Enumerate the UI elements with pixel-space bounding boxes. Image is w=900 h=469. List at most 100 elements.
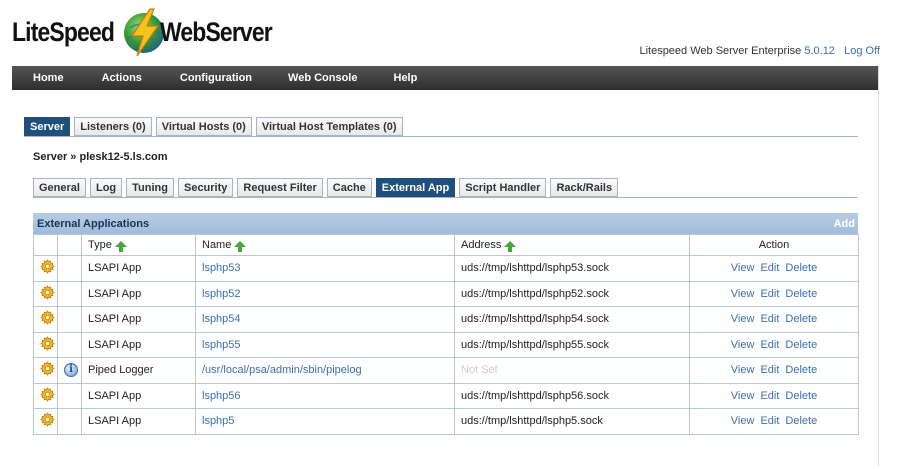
tab-virtual-hosts[interactable]: Virtual Hosts (0) — [155, 117, 252, 136]
logoff-link[interactable]: Log Off — [844, 45, 880, 57]
tab-security[interactable]: Security — [177, 178, 234, 197]
breadcrumb: Server » plesk12-5.ls.com — [33, 151, 168, 163]
gear-icon — [40, 361, 55, 376]
cell-actions: View Edit Delete — [689, 306, 859, 333]
sub-tabs: General Log Tuning Security Request Filt… — [33, 178, 622, 197]
table-row: LSAPI App lsphp55 uds://tmp/lshttpd/lsphp5… — [33, 331, 859, 358]
edit-link[interactable]: Edit — [760, 313, 779, 325]
menu-actions[interactable]: Actions — [80, 72, 142, 84]
tab-request-filter[interactable]: Request Filter — [237, 178, 323, 197]
tab-external-app[interactable]: External App — [375, 178, 456, 197]
view-link[interactable]: View — [731, 364, 755, 376]
column-address[interactable]: Address — [454, 234, 690, 256]
sort-up-arrow-icon[interactable] — [234, 241, 247, 252]
tab-rack-rails[interactable]: Rack/Rails — [550, 178, 619, 197]
table-row: LSAPI App lsphp52 uds://tmp/lshttpd/lsphp5… — [33, 280, 859, 307]
cell-name: lsphp54 — [195, 306, 455, 333]
delete-link[interactable]: Delete — [785, 288, 817, 300]
app-name-link[interactable]: /usr/local/psa/admin/sbin/pipelog — [202, 364, 362, 376]
delete-link[interactable]: Delete — [785, 390, 817, 402]
cell-type: LSAPI App — [81, 255, 196, 282]
app-name-link[interactable]: lsphp56 — [202, 390, 241, 402]
edit-link[interactable]: Edit — [760, 415, 779, 427]
cell-name: /usr/local/psa/admin/sbin/pipelog — [195, 357, 455, 384]
sort-up-arrow-icon[interactable] — [504, 241, 517, 252]
app-name-link[interactable]: lsphp54 — [202, 313, 241, 325]
divider — [878, 66, 879, 466]
header: LiteSpeed WebServer Litespeed Web Server… — [0, 0, 900, 66]
cell-address: uds://tmp/lshttpd/lsphp55.sock — [454, 331, 690, 358]
view-link[interactable]: View — [731, 288, 755, 300]
gear-icon — [40, 285, 55, 300]
gear-icon — [40, 336, 55, 351]
cell-address: uds://tmp/lshttpd/lsphp52.sock — [454, 280, 690, 307]
cell-type: LSAPI App — [81, 408, 196, 435]
app-name-link[interactable]: lsphp52 — [202, 288, 241, 300]
tab-divider — [33, 197, 858, 198]
edit-link[interactable]: Edit — [760, 364, 779, 376]
edit-link[interactable]: Edit — [760, 390, 779, 402]
tab-divider — [24, 136, 858, 137]
cell-type: LSAPI App — [81, 331, 196, 358]
tab-server[interactable]: Server — [24, 117, 71, 136]
column-type[interactable]: Type — [81, 234, 196, 256]
cell-name: lsphp52 — [195, 280, 455, 307]
cell-type: LSAPI App — [81, 382, 196, 409]
table-row: LSAPI App lsphp53 uds://tmp/lshttpd/lsphp5… — [33, 255, 859, 282]
logo-text-right: WebServer — [160, 16, 273, 47]
tab-general[interactable]: General — [33, 178, 86, 197]
delete-link[interactable]: Delete — [785, 339, 817, 351]
cell-type: LSAPI App — [81, 306, 196, 333]
view-link[interactable]: View — [731, 415, 755, 427]
delete-link[interactable]: Delete — [785, 415, 817, 427]
gear-icon — [40, 310, 55, 325]
view-link[interactable]: View — [731, 339, 755, 351]
delete-link[interactable]: Delete — [785, 364, 817, 376]
tab-script-handler[interactable]: Script Handler — [459, 178, 547, 197]
logo[interactable]: LiteSpeed WebServer — [12, 6, 292, 58]
tab-cache[interactable]: Cache — [326, 178, 372, 197]
tab-tuning[interactable]: Tuning — [126, 178, 174, 197]
cell-actions: View Edit Delete — [689, 331, 859, 358]
gear-icon — [40, 387, 55, 402]
table-row: LSAPI App lsphp5 uds://tmp/lshttpd/lsphp5.… — [33, 408, 859, 435]
logo-text-left: LiteSpeed — [12, 16, 115, 47]
table-row: LSAPI App lsphp54 uds://tmp/lshttpd/lsphp5… — [33, 306, 859, 333]
gear-icon — [40, 412, 55, 427]
column-name[interactable]: Name — [195, 234, 455, 256]
cell-address: uds://tmp/lshttpd/lsphp53.sock — [454, 255, 690, 282]
app-name-link[interactable]: lsphp55 — [202, 339, 241, 351]
cell-actions: View Edit Delete — [689, 255, 859, 282]
menu-configuration[interactable]: Configuration — [158, 72, 252, 84]
app-name-link[interactable]: lsphp53 — [202, 262, 241, 274]
view-link[interactable]: View — [731, 390, 755, 402]
view-link[interactable]: View — [731, 262, 755, 274]
tab-listeners[interactable]: Listeners (0) — [74, 117, 152, 136]
panel-title: External Applications — [37, 217, 150, 230]
info-icon[interactable]: i — [64, 363, 78, 378]
menu-web-console[interactable]: Web Console — [268, 72, 357, 84]
product-name: Litespeed Web Server Enterprise — [639, 45, 802, 57]
view-link[interactable]: View — [731, 313, 755, 325]
version-link[interactable]: 5.0.12 — [804, 45, 835, 57]
sort-up-arrow-icon[interactable] — [114, 241, 127, 252]
menu-home[interactable]: Home — [12, 72, 64, 84]
delete-link[interactable]: Delete — [785, 262, 817, 274]
main-menu: Home Actions Configuration Web Console H… — [12, 66, 878, 90]
delete-link[interactable]: Delete — [785, 313, 817, 325]
cell-type: LSAPI App — [81, 280, 196, 307]
menu-help[interactable]: Help — [374, 72, 418, 84]
edit-link[interactable]: Edit — [760, 339, 779, 351]
edit-link[interactable]: Edit — [760, 288, 779, 300]
app-name-link[interactable]: lsphp5 — [202, 415, 234, 427]
add-button[interactable]: Add — [834, 218, 855, 230]
cell-name: lsphp55 — [195, 331, 455, 358]
main-tabs: Server Listeners (0) Virtual Hosts (0) V… — [24, 117, 407, 136]
cell-actions: View Edit Delete — [689, 280, 859, 307]
cell-type: Piped Logger — [81, 357, 196, 384]
tab-log[interactable]: Log — [89, 178, 123, 197]
header-info: Litespeed Web Server Enterprise 5.0.12 L… — [639, 45, 880, 57]
cell-actions: View Edit Delete — [689, 382, 859, 409]
tab-virtual-host-templates[interactable]: Virtual Host Templates (0) — [255, 117, 403, 136]
edit-link[interactable]: Edit — [760, 262, 779, 274]
